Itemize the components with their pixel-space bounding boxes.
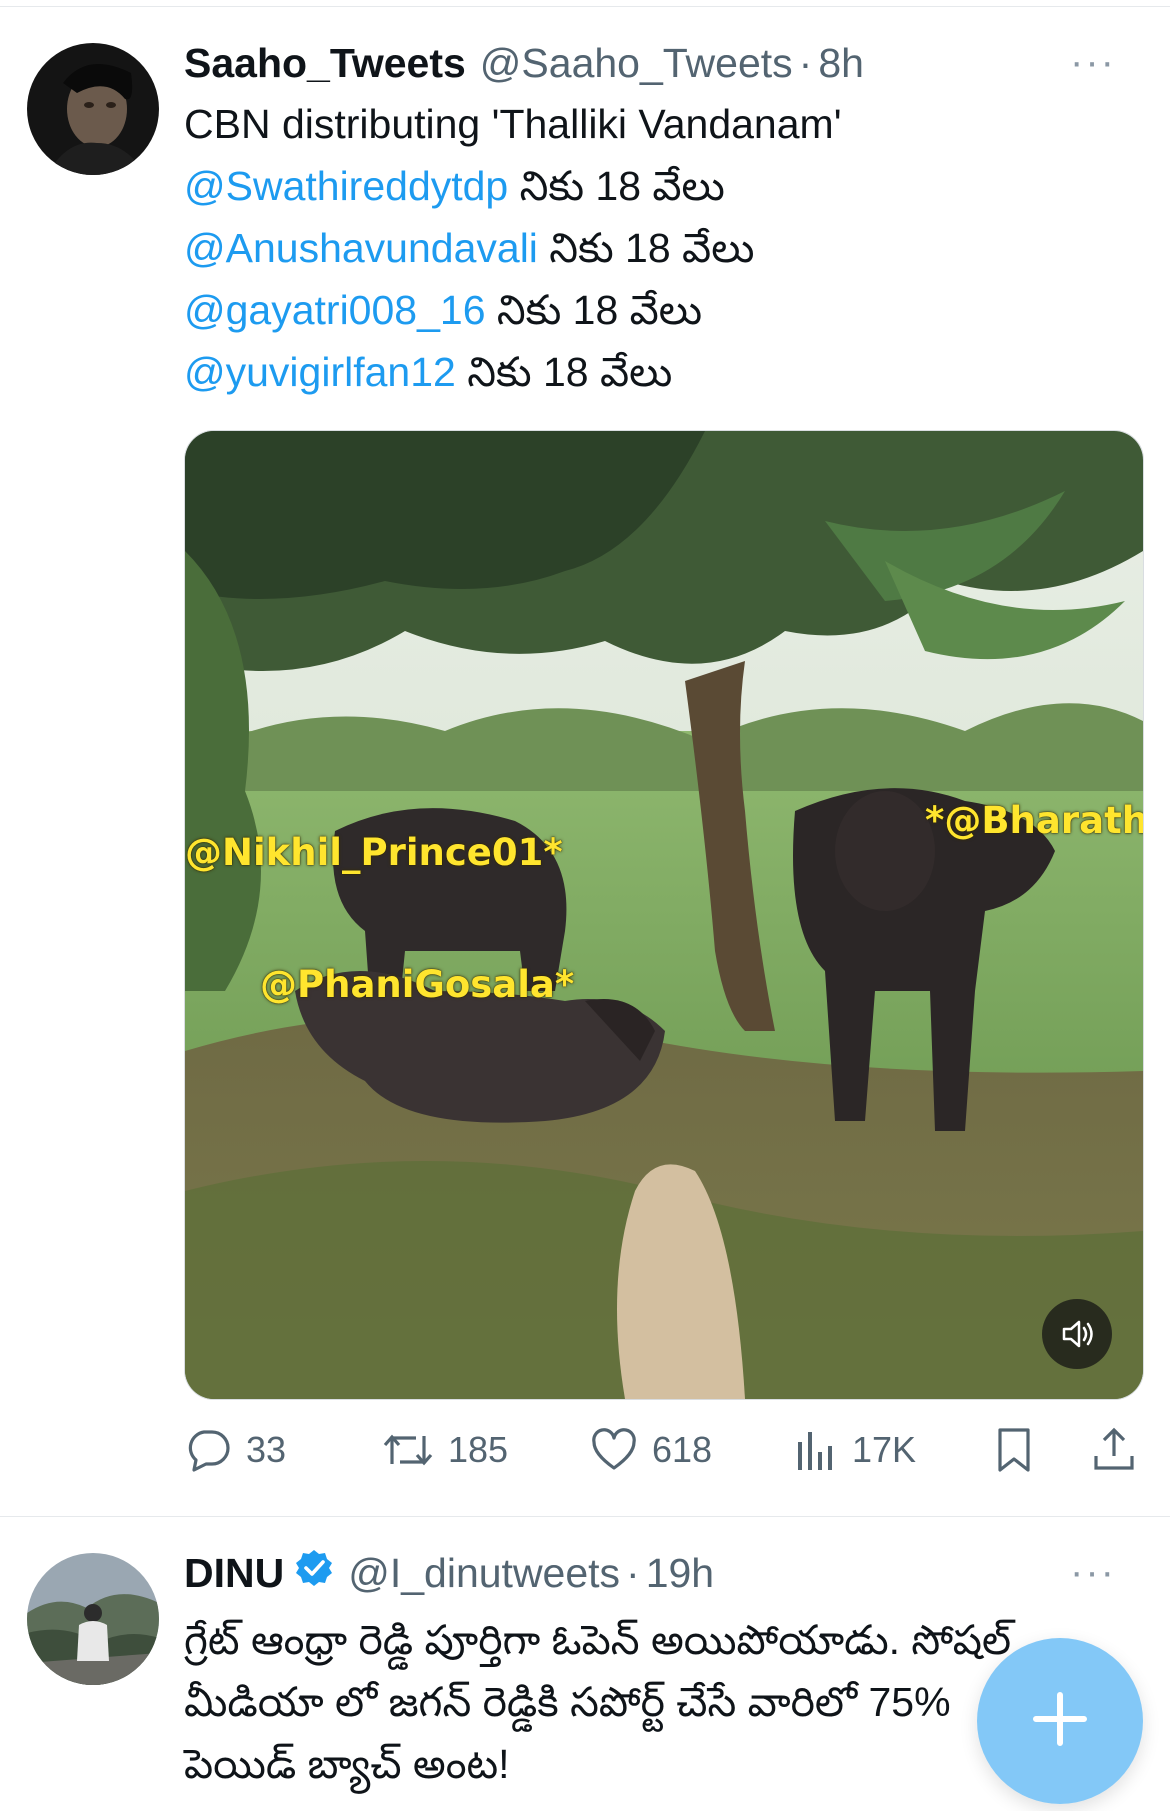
video-overlay-tag: *@BharathGo	[925, 799, 1143, 842]
separator-dot: ·	[798, 39, 813, 86]
video-overlay-tag: @Nikhil_Prince01*	[185, 831, 563, 874]
display-name[interactable]: Saaho_Tweets	[184, 40, 466, 87]
mention-suffix: నికు 18 వేలు	[537, 225, 755, 271]
bookmark-icon	[998, 1428, 1030, 1472]
heart-icon	[592, 1428, 636, 1470]
tweet-text-line: @Swathireddytdp నికు 18 వేలు	[184, 155, 725, 217]
bar-chart-icon	[798, 1432, 832, 1470]
tweet-text-line: @Anushavundavali నికు 18 వేలు	[184, 217, 754, 279]
speech-bubble-icon	[188, 1430, 230, 1472]
tweet-text-line: CBN distributing 'Thalliki Vandanam'	[184, 101, 842, 147]
compose-button[interactable]	[977, 1638, 1143, 1804]
bookmark-button[interactable]	[992, 1420, 1050, 1480]
timestamp[interactable]: 8h	[818, 40, 864, 87]
more-options-icon[interactable]: ···	[1070, 1550, 1116, 1595]
views-count: 17K	[852, 1429, 917, 1470]
display-name[interactable]: DINU	[184, 1550, 284, 1597]
tweet-text-line: పెయిడ్ బ్యాచ్ అంట!	[184, 1741, 510, 1787]
reply-count: 33	[246, 1429, 287, 1470]
mention-link[interactable]: @Swathireddytdp	[184, 163, 508, 209]
avatar-saaho[interactable]	[27, 43, 159, 175]
mention-suffix: నికు 18 వేలు	[508, 163, 725, 209]
tweet-header: Saaho_Tweets @Saaho_Tweets · 8h	[184, 38, 864, 88]
tweet-saaho[interactable]: Saaho_Tweets @Saaho_Tweets · 8h ··· CBN …	[0, 0, 1170, 1516]
video-overlay-tag: @PhaniGosala*	[260, 963, 575, 1006]
share-button[interactable]	[1090, 1420, 1152, 1480]
mute-button[interactable]	[1042, 1299, 1112, 1369]
tweet-header: DINU @I_dinutweets · 19h	[184, 1548, 714, 1598]
tweet-text-line: @gayatri008_16 నికు 18 వేలు	[184, 279, 702, 341]
share-icon	[1094, 1427, 1134, 1470]
like-count: 618	[652, 1429, 713, 1470]
reply-button[interactable]: 33	[184, 1420, 286, 1480]
timestamp[interactable]: 19h	[646, 1550, 714, 1597]
tweet-video[interactable]: @Nikhil_Prince01* @PhaniGosala* *@Bharat…	[184, 430, 1144, 1400]
mention-link[interactable]: @gayatri008_16	[184, 287, 486, 333]
plus-icon	[1030, 1689, 1090, 1754]
speaker-icon	[1058, 1315, 1096, 1353]
verified-badge-icon	[294, 1548, 334, 1598]
mention-suffix: నికు 18 వేలు	[455, 349, 673, 395]
video-frame	[185, 431, 1143, 1399]
tweet-text-line: గ్రేట్ ఆంధ్రా రెడ్డి పూర్తిగా ఓపెన్ అయిప…	[184, 1617, 1012, 1663]
retweet-button[interactable]: 185	[382, 1420, 508, 1480]
mention-link[interactable]: @yuvigirlfan12	[184, 349, 456, 395]
tweet-text-line: మీడియా లో జగన్ రెడ్డికి సపోర్ట్ చేసే వార…	[184, 1679, 951, 1725]
views-button[interactable]: 17K	[794, 1420, 916, 1480]
tweet-actions: 33 185 618 17K	[184, 1420, 1142, 1480]
like-button[interactable]: 618	[590, 1420, 712, 1480]
mention-suffix: నికు 18 వేలు	[485, 287, 703, 333]
separator-dot: ·	[626, 1549, 640, 1596]
mention-link[interactable]: @Anushavundavali	[184, 225, 538, 271]
more-options-icon[interactable]: ···	[1070, 40, 1116, 85]
retweet-count: 185	[448, 1429, 509, 1470]
user-handle[interactable]: @I_dinutweets	[348, 1550, 620, 1597]
user-handle[interactable]: @Saaho_Tweets	[480, 40, 793, 87]
avatar-dinu[interactable]	[27, 1553, 159, 1685]
retweet-icon	[383, 1434, 433, 1466]
tweet-text-line: @yuvigirlfan12 నికు 18 వేలు	[184, 341, 672, 403]
